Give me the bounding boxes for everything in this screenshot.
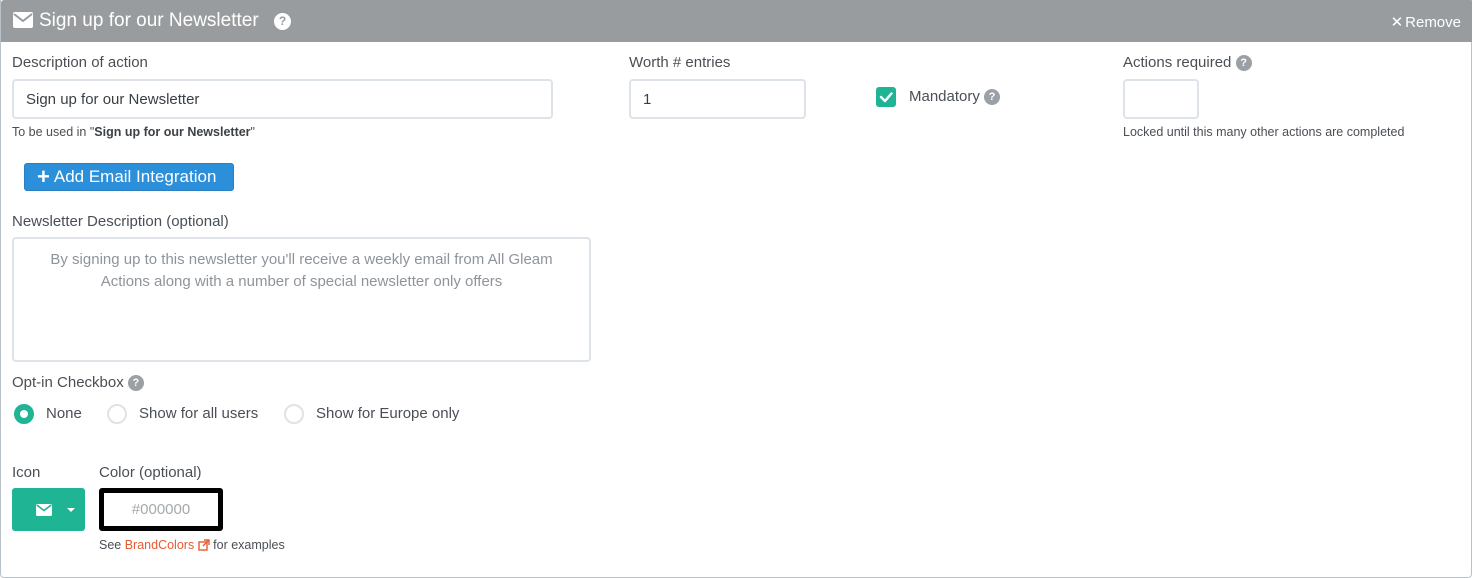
color-input[interactable]: #000000 <box>99 488 223 531</box>
optin-option-label: None <box>46 405 82 422</box>
remove-button[interactable]: ✕ Remove <box>1391 13 1461 31</box>
optin-radio-none[interactable] <box>14 404 34 424</box>
optin-radio-europe[interactable] <box>284 404 304 424</box>
description-input[interactable]: Sign up for our Newsletter <box>12 79 553 119</box>
description-value: Sign up for our Newsletter <box>26 90 200 108</box>
optin-radio-all-users[interactable] <box>107 404 127 424</box>
actions-required-input[interactable] <box>1123 79 1199 119</box>
actions-required-hint: Locked until this many other actions are… <box>1123 125 1405 139</box>
icon-label: Icon <box>12 464 41 481</box>
mandatory-checkbox[interactable] <box>876 87 896 107</box>
add-email-integration-button[interactable]: + Add Email Integration <box>24 163 234 191</box>
worth-value: 1 <box>643 90 652 108</box>
check-icon <box>879 92 893 103</box>
envelope-icon <box>36 504 52 516</box>
newsletter-description-label: Newsletter Description (optional) <box>12 213 229 230</box>
description-label: Description of action <box>12 54 148 71</box>
help-icon[interactable]: ? <box>1235 55 1252 71</box>
actions-required-label: Actions required ? <box>1123 54 1252 71</box>
panel-title: Sign up for our Newsletter <box>39 10 259 31</box>
caret-down-icon <box>67 508 75 512</box>
optin-option-label: Show for all users <box>139 405 259 422</box>
description-hint: To be used in "Sign up for our Newslette… <box>12 125 255 139</box>
color-label: Color (optional) <box>99 464 202 481</box>
worth-label: Worth # entries <box>629 54 731 71</box>
envelope-icon <box>13 12 33 33</box>
newsletter-description-textarea[interactable]: By signing up to this newsletter you'll … <box>12 237 591 362</box>
optin-option-label: Show for Europe only <box>316 405 460 422</box>
color-hint: See BrandColors for examples <box>99 538 285 554</box>
remove-label: Remove <box>1405 14 1461 31</box>
close-icon: ✕ <box>1390 14 1404 31</box>
help-icon[interactable]: ? <box>127 375 144 391</box>
panel-header: Sign up for our Newsletter ? ✕ Remove <box>1 0 1472 42</box>
add-email-integration-label: Add Email Integration <box>53 167 217 186</box>
mandatory-label: Mandatory ? <box>909 88 1001 105</box>
plus-icon: + <box>37 164 50 189</box>
optin-label: Opt-in Checkbox ? <box>12 374 144 391</box>
brandcolors-link[interactable]: BrandColors <box>125 538 194 552</box>
icon-picker-button[interactable] <box>12 488 85 531</box>
help-icon[interactable]: ? <box>274 13 291 30</box>
help-icon[interactable]: ? <box>984 89 1001 105</box>
worth-input[interactable]: 1 <box>629 79 806 119</box>
external-link-icon <box>197 539 210 554</box>
action-panel: Sign up for our Newsletter ? ✕ Remove Des… <box>0 0 1472 578</box>
